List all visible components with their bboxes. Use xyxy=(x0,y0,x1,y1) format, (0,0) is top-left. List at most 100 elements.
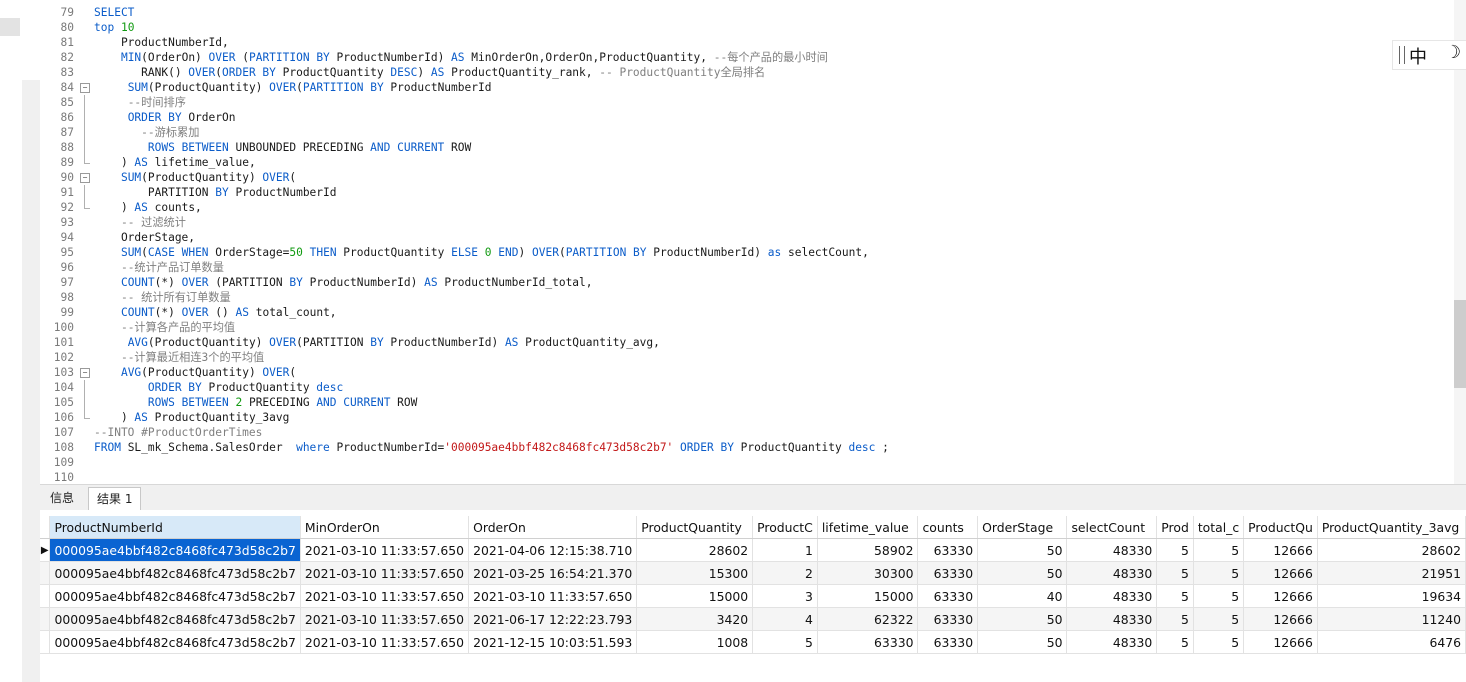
table-cell[interactable]: 2021-03-10 11:33:57.650 xyxy=(300,630,470,654)
code-line[interactable]: 107 --INTO #ProductOrderTimes xyxy=(40,425,1454,440)
code-line[interactable]: 105 ROWS BETWEEN 2 PRECEDING AND CURRENT… xyxy=(40,395,1454,410)
editor-scroll-thumb[interactable] xyxy=(1454,300,1466,388)
ime-toolbar[interactable]: 中 ☽ xyxy=(1392,40,1466,70)
table-cell[interactable]: 2 xyxy=(752,561,818,585)
column-header[interactable]: ProductNumberId xyxy=(49,516,301,539)
table-cell[interactable]: 63330 xyxy=(817,630,919,654)
left-collapsed-tab[interactable] xyxy=(0,18,20,36)
table-cell[interactable]: 5 xyxy=(1156,584,1194,608)
table-cell[interactable]: 15300 xyxy=(636,561,754,585)
current-row-marker-icon[interactable]: ▶ xyxy=(40,538,51,562)
table-cell[interactable]: 5 xyxy=(1193,584,1245,608)
ime-mode-chinese[interactable]: 中 xyxy=(1409,43,1427,69)
code-line[interactable]: 91 PARTITION BY ProductNumberId xyxy=(40,185,1454,200)
table-cell[interactable]: 5 xyxy=(1193,607,1245,631)
code-line[interactable]: 86 ORDER BY OrderOn xyxy=(40,110,1454,125)
row-marker[interactable] xyxy=(40,630,51,654)
code-line[interactable]: 108 FROM SL_mk_Schema.SalesOrder where Pr… xyxy=(40,440,1454,455)
table-cell[interactable]: 40 xyxy=(977,584,1068,608)
code-line[interactable]: 85 --时间排序 xyxy=(40,95,1454,110)
code-line[interactable]: 92 ) AS counts, xyxy=(40,200,1454,215)
table-cell[interactable]: 50 xyxy=(977,538,1068,562)
column-header[interactable]: lifetime_value xyxy=(817,516,919,539)
table-cell[interactable]: 2021-12-15 10:03:51.593 xyxy=(468,630,638,654)
tab-info[interactable]: 信息 xyxy=(42,487,82,509)
table-cell[interactable]: 2021-03-10 11:33:57.650 xyxy=(300,561,470,585)
code-line[interactable]: 94 OrderStage, xyxy=(40,230,1454,245)
table-cell[interactable]: 000095ae4bbf482c8468fc473d58c2b7 xyxy=(49,584,301,608)
column-header[interactable]: ProductQuantity xyxy=(636,516,754,539)
table-cell[interactable]: 3 xyxy=(752,584,818,608)
table-cell[interactable]: 62322 xyxy=(817,607,919,631)
table-cell[interactable]: 5 xyxy=(1193,538,1245,562)
column-header[interactable]: Prod xyxy=(1156,516,1194,539)
ime-drag-grip-icon[interactable] xyxy=(1399,46,1405,64)
table-cell[interactable]: 5 xyxy=(752,630,818,654)
editor-vertical-scrollbar[interactable] xyxy=(1454,0,1466,484)
table-cell[interactable]: 28602 xyxy=(1317,538,1466,562)
table-cell[interactable]: 3420 xyxy=(636,607,754,631)
table-cell[interactable]: 50 xyxy=(977,561,1068,585)
table-cell[interactable]: 2021-03-25 16:54:21.370 xyxy=(468,561,638,585)
table-cell[interactable]: 63330 xyxy=(917,561,979,585)
table-cell[interactable]: 58902 xyxy=(817,538,919,562)
code-line[interactable]: 87 --游标累加 xyxy=(40,125,1454,140)
code-line[interactable]: 110 xyxy=(40,470,1454,484)
table-row[interactable]: 000095ae4bbf482c8468fc473d58c2b7 2021-03-… xyxy=(40,630,1466,654)
code-line[interactable]: 81 ProductNumberId, xyxy=(40,35,1454,50)
table-cell[interactable]: 48330 xyxy=(1066,584,1158,608)
table-cell[interactable]: 28602 xyxy=(636,538,754,562)
column-header[interactable]: selectCount xyxy=(1066,516,1158,539)
column-header[interactable]: MinOrderOn xyxy=(300,516,470,539)
table-cell[interactable]: 5 xyxy=(1156,630,1194,654)
code-line[interactable]: 89 ) AS lifetime_value, xyxy=(40,155,1454,170)
code-line[interactable]: 98 -- 统计所有订单数量 xyxy=(40,290,1454,305)
table-cell[interactable]: 2021-03-10 11:33:57.650 xyxy=(300,607,470,631)
column-header[interactable]: OrderOn xyxy=(468,516,638,539)
row-marker[interactable] xyxy=(40,561,51,585)
table-cell[interactable]: 15000 xyxy=(817,584,919,608)
fold-toggle-icon[interactable]: − xyxy=(80,173,90,183)
table-cell[interactable]: 48330 xyxy=(1066,538,1158,562)
column-header[interactable]: ProductC xyxy=(752,516,818,539)
code-line[interactable]: 101 AVG(ProductQuantity) OVER(PARTITION … xyxy=(40,335,1454,350)
code-line[interactable]: 100 --计算各产品的平均值 xyxy=(40,320,1454,335)
table-cell[interactable]: 15000 xyxy=(636,584,754,608)
table-cell[interactable]: 2021-03-10 11:33:57.650 xyxy=(300,538,470,562)
table-cell[interactable]: 12666 xyxy=(1243,538,1318,562)
column-header[interactable]: counts xyxy=(917,516,979,539)
table-cell[interactable]: 1 xyxy=(752,538,818,562)
table-cell[interactable]: 21951 xyxy=(1317,561,1466,585)
result-grid[interactable]: ProductNumberId MinOrderOn OrderOn ProductQ… xyxy=(40,510,1466,682)
column-header[interactable]: ProductQu xyxy=(1243,516,1318,539)
table-cell[interactable]: 5 xyxy=(1193,561,1245,585)
table-cell[interactable]: 000095ae4bbf482c8468fc473d58c2b7 xyxy=(49,607,301,631)
sql-editor[interactable]: 79 SELECT 80 top 10 81 ProductNumberId, 82 MI… xyxy=(40,0,1454,484)
code-line[interactable]: 93 -- 过滤统计 xyxy=(40,215,1454,230)
code-line[interactable]: 102 --计算最近相连3个的平均值 xyxy=(40,350,1454,365)
code-line[interactable]: 90 SUM(ProductQuantity) OVER( xyxy=(40,170,1454,185)
code-line[interactable]: 84 SUM(ProductQuantity) OVER(PARTITION B… xyxy=(40,80,1454,95)
table-cell[interactable]: 5 xyxy=(1156,607,1194,631)
table-row[interactable]: ▶ 000095ae4bbf482c8468fc473d58c2b7 2021-03… xyxy=(40,538,1466,562)
table-row[interactable]: 000095ae4bbf482c8468fc473d58c2b7 2021-03-… xyxy=(40,584,1466,608)
table-cell[interactable]: 63330 xyxy=(917,607,979,631)
code-line[interactable]: 106 ) AS ProductQuantity_3avg xyxy=(40,410,1454,425)
table-row[interactable]: 000095ae4bbf482c8468fc473d58c2b7 2021-03-… xyxy=(40,561,1466,585)
row-marker[interactable] xyxy=(40,607,51,631)
table-cell[interactable]: 5 xyxy=(1156,561,1194,585)
column-header[interactable]: OrderStage xyxy=(977,516,1068,539)
table-cell[interactable]: 000095ae4bbf482c8468fc473d58c2b7 xyxy=(49,561,301,585)
table-cell[interactable]: 5 xyxy=(1156,538,1194,562)
column-header[interactable]: total_c xyxy=(1193,516,1245,539)
table-cell[interactable]: 12666 xyxy=(1243,630,1318,654)
column-header[interactable]: ProductQuantity_3avg xyxy=(1317,516,1466,539)
table-cell[interactable]: 63330 xyxy=(917,630,979,654)
code-line[interactable]: 79 SELECT xyxy=(40,5,1454,20)
code-line[interactable]: 80 top 10 xyxy=(40,20,1454,35)
code-line[interactable]: 104 ORDER BY ProductQuantity desc xyxy=(40,380,1454,395)
table-row[interactable]: 000095ae4bbf482c8468fc473d58c2b7 2021-03-… xyxy=(40,607,1466,631)
table-cell[interactable]: 2021-04-06 12:15:38.710 xyxy=(468,538,638,562)
table-cell[interactable]: 6476 xyxy=(1317,630,1466,654)
code-line[interactable]: 97 COUNT(*) OVER (PARTITION BY ProductNu… xyxy=(40,275,1454,290)
